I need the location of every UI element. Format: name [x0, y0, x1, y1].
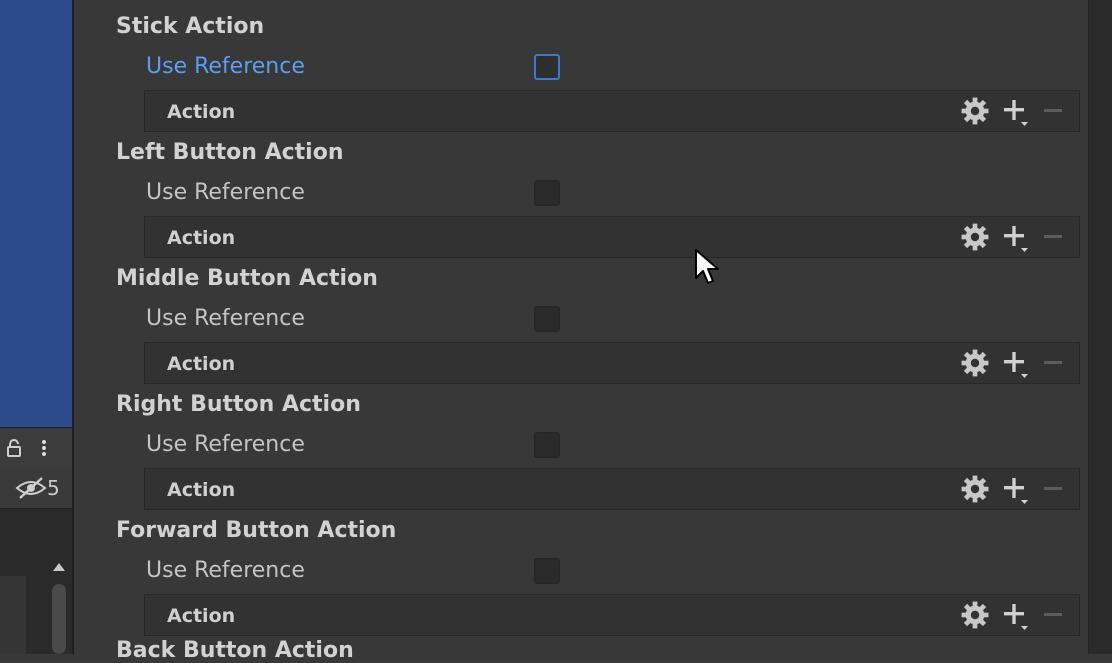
section-title: Right Button Action: [116, 392, 361, 417]
lock-icon[interactable]: [4, 438, 24, 458]
use-reference-label: Use Reference: [146, 558, 305, 583]
section-forward-button-action: Forward Button Action Use Reference Acti…: [74, 508, 1088, 636]
gear-icon[interactable]: [961, 475, 989, 503]
action-label: Action: [167, 353, 236, 375]
use-reference-checkbox[interactable]: [534, 54, 560, 80]
use-reference-checkbox[interactable]: [534, 558, 560, 584]
plus-dropdown-icon[interactable]: [1001, 97, 1031, 127]
hierarchy-item: [0, 576, 26, 654]
section-left-button-action: Left Button Action Use Reference Action: [74, 130, 1088, 258]
gear-icon[interactable]: [961, 349, 989, 377]
action-label: Action: [167, 227, 236, 249]
hidden-eye-icon[interactable]: [14, 476, 48, 500]
minus-icon[interactable]: [1041, 475, 1065, 503]
section-title-back-button-action: Back Button Action: [116, 638, 354, 663]
section-right-button-action: Right Button Action Use Reference Action: [74, 382, 1088, 510]
minus-icon[interactable]: [1041, 223, 1065, 251]
gear-icon[interactable]: [961, 97, 989, 125]
minus-icon[interactable]: [1041, 349, 1065, 377]
more-options-icon[interactable]: [38, 438, 50, 458]
gear-icon[interactable]: [961, 223, 989, 251]
use-reference-label: Use Reference: [146, 432, 305, 457]
action-list-header[interactable]: Action: [144, 468, 1080, 510]
action-label: Action: [167, 101, 236, 123]
plus-dropdown-icon[interactable]: [1001, 601, 1031, 631]
hidden-count: 5: [47, 476, 60, 500]
action-label: Action: [167, 479, 236, 501]
use-reference-checkbox[interactable]: [534, 306, 560, 332]
left-scrollbar-thumb[interactable]: [52, 584, 66, 654]
plus-dropdown-icon[interactable]: [1001, 475, 1031, 505]
inspector-panel: Stick Action Use Reference Action Left B…: [74, 0, 1088, 663]
plus-dropdown-icon[interactable]: [1001, 349, 1031, 379]
plus-dropdown-icon[interactable]: [1001, 223, 1031, 253]
scroll-up-icon[interactable]: [52, 560, 66, 572]
minus-icon[interactable]: [1041, 97, 1065, 125]
action-list-header[interactable]: Action: [144, 342, 1080, 384]
use-reference-checkbox[interactable]: [534, 180, 560, 206]
section-title: Stick Action: [116, 14, 265, 39]
action-list-header[interactable]: Action: [144, 594, 1080, 636]
minus-icon[interactable]: [1041, 601, 1065, 629]
scene-view[interactable]: [0, 0, 72, 427]
section-stick-action: Stick Action Use Reference Action: [74, 4, 1088, 132]
section-title: Forward Button Action: [116, 518, 397, 543]
use-reference-label: Use Reference: [146, 306, 305, 331]
visibility-toolbar: 5: [0, 468, 72, 509]
use-reference-label: Use Reference: [146, 180, 305, 205]
section-title: Left Button Action: [116, 140, 344, 165]
use-reference-label: Use Reference: [146, 54, 305, 79]
use-reference-checkbox[interactable]: [534, 432, 560, 458]
section-middle-button-action: Middle Button Action Use Reference Actio…: [74, 256, 1088, 384]
action-list-header[interactable]: Action: [144, 90, 1080, 132]
inspector-scrollbar[interactable]: [1088, 0, 1112, 654]
left-panel: 5: [0, 0, 74, 654]
action-label: Action: [167, 605, 236, 627]
section-title: Middle Button Action: [116, 266, 378, 291]
left-toolbar: [0, 427, 72, 469]
gear-icon[interactable]: [961, 601, 989, 629]
action-list-header[interactable]: Action: [144, 216, 1080, 258]
